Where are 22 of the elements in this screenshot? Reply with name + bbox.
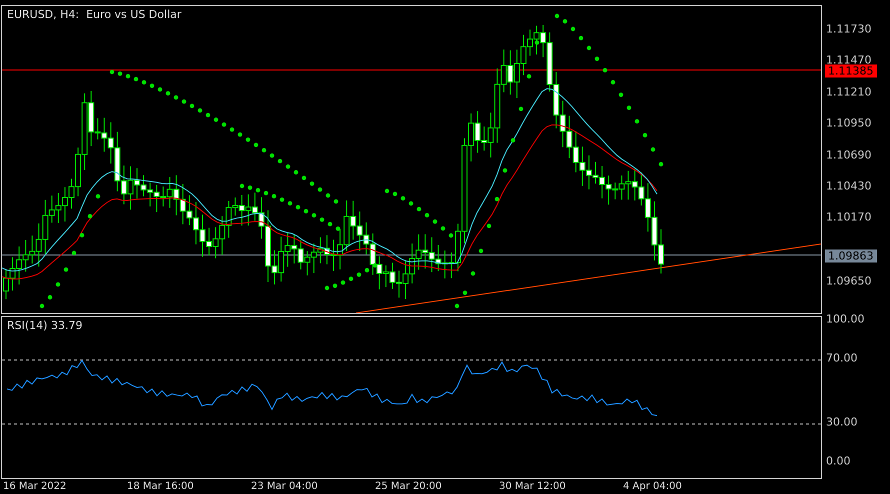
time-axis-label: 23 Mar 04:00 [251, 480, 319, 492]
time-axis-label: 4 Apr 04:00 [623, 480, 683, 492]
rsi-axis-label: 100.00 [826, 312, 864, 326]
time-axis-label: 16 Mar 2022 [3, 480, 68, 492]
price-axis-label: 1.10170 [826, 210, 872, 224]
price-axis-label: 1.10950 [826, 116, 872, 130]
current-price-label: 1.09863 [825, 250, 876, 262]
price-axis-label: 1.10690 [826, 148, 872, 162]
rsi-axis-label: 0.00 [826, 454, 850, 468]
rsi-axis-label: 30.00 [826, 416, 858, 428]
rsi-axis-label: 70.00 [826, 352, 858, 364]
time-axis-label: 30 Mar 12:00 [499, 480, 567, 492]
chart-title: EURUSD, H4: Euro vs US Dollar [7, 8, 182, 21]
price-axis-label: 1.10430 [826, 180, 872, 192]
time-axis-label: 25 Mar 20:00 [375, 480, 443, 492]
price-axis-label: 1.11210 [826, 86, 872, 98]
rsi-title: RSI(14) 33.79 [7, 319, 82, 332]
level-price-label: 1.11385 [825, 64, 876, 78]
time-axis-label: 18 Mar 16:00 [127, 480, 195, 492]
price-axis-label: 1.09650 [826, 274, 872, 288]
price-axis-label: 1.11730 [826, 22, 872, 36]
price-axis-label: 1.11470 [826, 54, 872, 66]
